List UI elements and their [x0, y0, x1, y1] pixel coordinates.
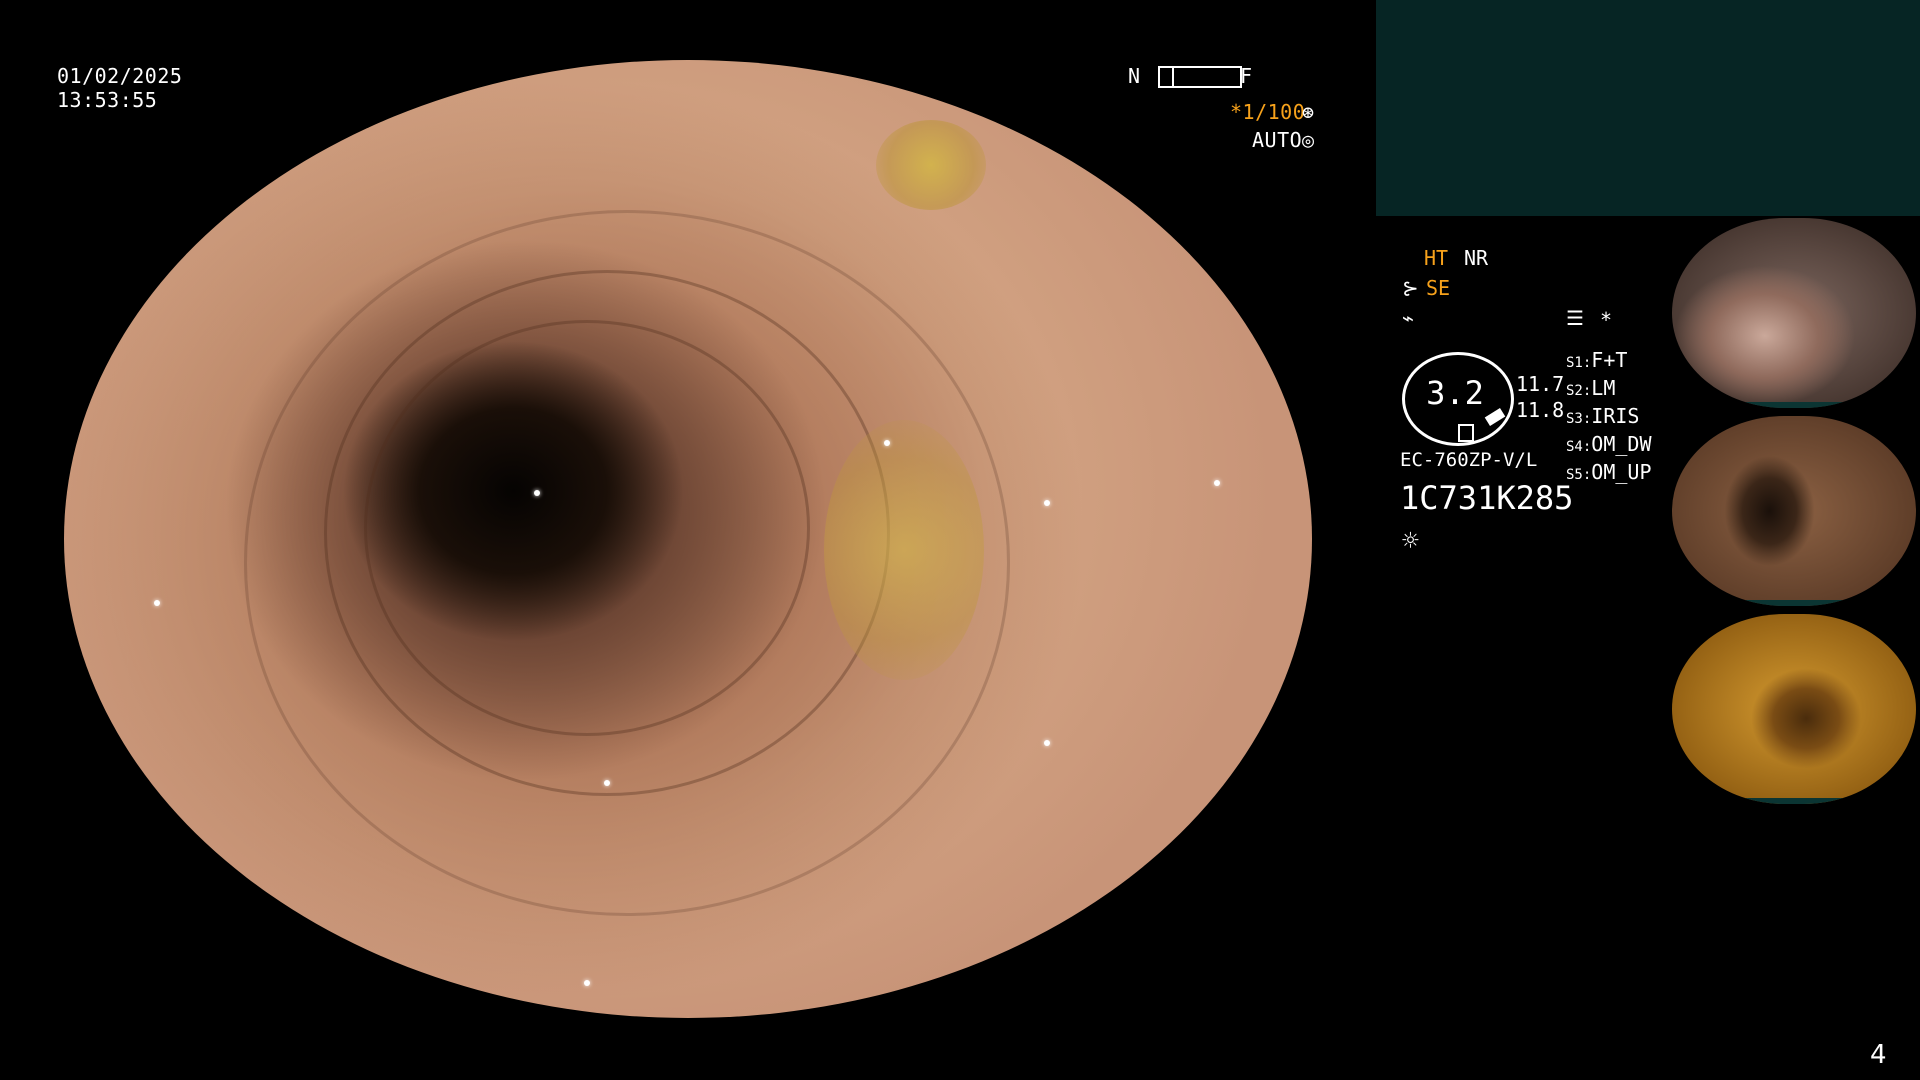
lightning-icon: ⌁ — [1402, 306, 1415, 330]
scope-model: EC-760ZP-V/L — [1400, 449, 1538, 471]
thumbnail-bar — [1672, 600, 1916, 606]
list-icon: ☰ — [1566, 306, 1584, 330]
light-reflection — [1044, 500, 1050, 506]
light-reflection — [534, 490, 540, 496]
scope-icon: ⊱ — [1402, 276, 1419, 300]
switch-key: S2: — [1566, 383, 1592, 399]
info-panel-header — [1376, 0, 1920, 216]
switch-item: S4:OM_DW — [1566, 432, 1652, 460]
focus-indicator — [1158, 66, 1242, 88]
se-label: SE — [1426, 276, 1451, 300]
light-reflection — [584, 980, 590, 986]
ht-label: HT — [1424, 246, 1449, 270]
light-reflection — [1044, 740, 1050, 746]
switch-key: S3: — [1566, 411, 1592, 427]
capture-thumbnail-3[interactable] — [1672, 614, 1916, 804]
scope-serial: 1C731K285 — [1400, 479, 1574, 517]
switch-key: S5: — [1566, 467, 1592, 483]
shutter-label: *1/100 — [1230, 100, 1306, 124]
endoscope-main-view — [64, 60, 1312, 1018]
iris-label: AUTO — [1252, 128, 1303, 152]
switch-key: S4: — [1566, 439, 1592, 455]
view-mask-bottom — [0, 1018, 1120, 1080]
view-mask-top — [0, 0, 1120, 60]
page-number: 4 — [1870, 1040, 1887, 1070]
gauge-marker — [1458, 424, 1474, 442]
switch-list: S1:F+T S2:LM S3:IRIS S4:OM_DW S5:OM_UP — [1566, 348, 1652, 488]
thumbnail-bar — [1672, 402, 1916, 408]
star-label: * — [1600, 308, 1613, 332]
switch-item: S1:F+T — [1566, 348, 1652, 376]
switch-item: S2:LM — [1566, 376, 1652, 404]
switch-value: OM_DW — [1591, 432, 1652, 456]
gauge-reading-2: 11.8 — [1516, 398, 1565, 422]
debris-patch — [876, 120, 986, 210]
time-label: 13:53:55 — [57, 88, 158, 112]
switch-value: F+T — [1591, 348, 1628, 372]
shutter-icon: ⊛ — [1302, 100, 1315, 124]
switch-item: S3:IRIS — [1566, 404, 1652, 432]
focus-indicator-tick — [1172, 66, 1174, 88]
focus-near-label: N — [1128, 64, 1141, 88]
light-reflection — [154, 600, 160, 606]
switch-value: IRIS — [1591, 404, 1640, 428]
switch-value: OM_UP — [1591, 460, 1652, 484]
switch-item: S5:OM_UP — [1566, 460, 1652, 488]
date-label: 01/02/2025 — [57, 64, 183, 88]
sun-icon: ☼ — [1402, 524, 1419, 557]
thumbnail-bar — [1672, 798, 1916, 804]
capture-thumbnail-2[interactable] — [1672, 416, 1916, 606]
gauge-reading-1: 11.7 — [1516, 372, 1565, 396]
light-reflection — [884, 440, 890, 446]
switch-value: LM — [1591, 376, 1616, 400]
iris-icon: ◎ — [1302, 128, 1315, 152]
switch-key: S1: — [1566, 355, 1592, 371]
light-reflection — [1214, 480, 1220, 486]
focus-far-label: F — [1240, 64, 1253, 88]
capture-thumbnail-1[interactable] — [1672, 218, 1916, 408]
gauge-value: 3.2 — [1426, 374, 1484, 412]
debris-streak — [824, 420, 984, 680]
light-reflection — [604, 780, 610, 786]
nr-label: NR — [1464, 246, 1489, 270]
